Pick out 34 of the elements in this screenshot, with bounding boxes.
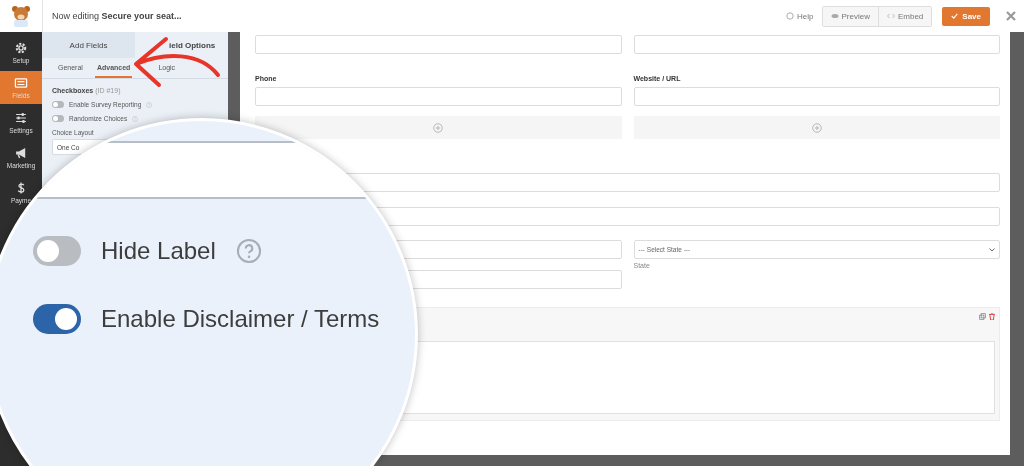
toggle-switch[interactable] bbox=[52, 115, 64, 122]
toggle-label: Hide Label bbox=[101, 237, 216, 265]
trash-icon[interactable] bbox=[989, 313, 995, 320]
embed-button[interactable]: Embed bbox=[877, 6, 932, 26]
help-icon[interactable] bbox=[235, 238, 262, 264]
eye-icon bbox=[830, 13, 839, 19]
input-field[interactable] bbox=[633, 35, 1000, 54]
help-icon[interactable] bbox=[146, 101, 153, 108]
input-field[interactable] bbox=[633, 87, 1000, 106]
preview-button[interactable]: Preview bbox=[822, 6, 878, 26]
help-link[interactable]: Help bbox=[786, 11, 814, 21]
toggle-switch[interactable] bbox=[33, 236, 81, 266]
panel-tab[interactable]: Add Fields bbox=[42, 32, 135, 58]
add-icon[interactable] bbox=[433, 122, 444, 133]
sliders-icon bbox=[14, 111, 28, 125]
toggle-label: Enable Disclaimer / Terms bbox=[101, 305, 380, 333]
form-icon bbox=[14, 76, 28, 90]
editing-title: Now editing Secure your seat... bbox=[52, 11, 182, 21]
add-column-area[interactable] bbox=[255, 116, 622, 139]
code-icon bbox=[886, 13, 895, 19]
input-field[interactable] bbox=[255, 87, 622, 106]
toggle-switch[interactable] bbox=[52, 101, 64, 108]
duplicate-icon[interactable] bbox=[979, 313, 986, 320]
megaphone-icon bbox=[14, 146, 28, 160]
toggle-switch[interactable] bbox=[33, 304, 81, 334]
add-column-area[interactable] bbox=[633, 116, 1000, 139]
check-icon bbox=[951, 13, 959, 19]
add-icon[interactable] bbox=[811, 122, 822, 133]
help-icon bbox=[786, 12, 795, 20]
input-field[interactable] bbox=[255, 35, 622, 54]
chevron-icon bbox=[989, 247, 995, 252]
help-icon[interactable] bbox=[132, 115, 139, 122]
gear-icon bbox=[14, 41, 28, 55]
bear-logo bbox=[9, 4, 33, 28]
